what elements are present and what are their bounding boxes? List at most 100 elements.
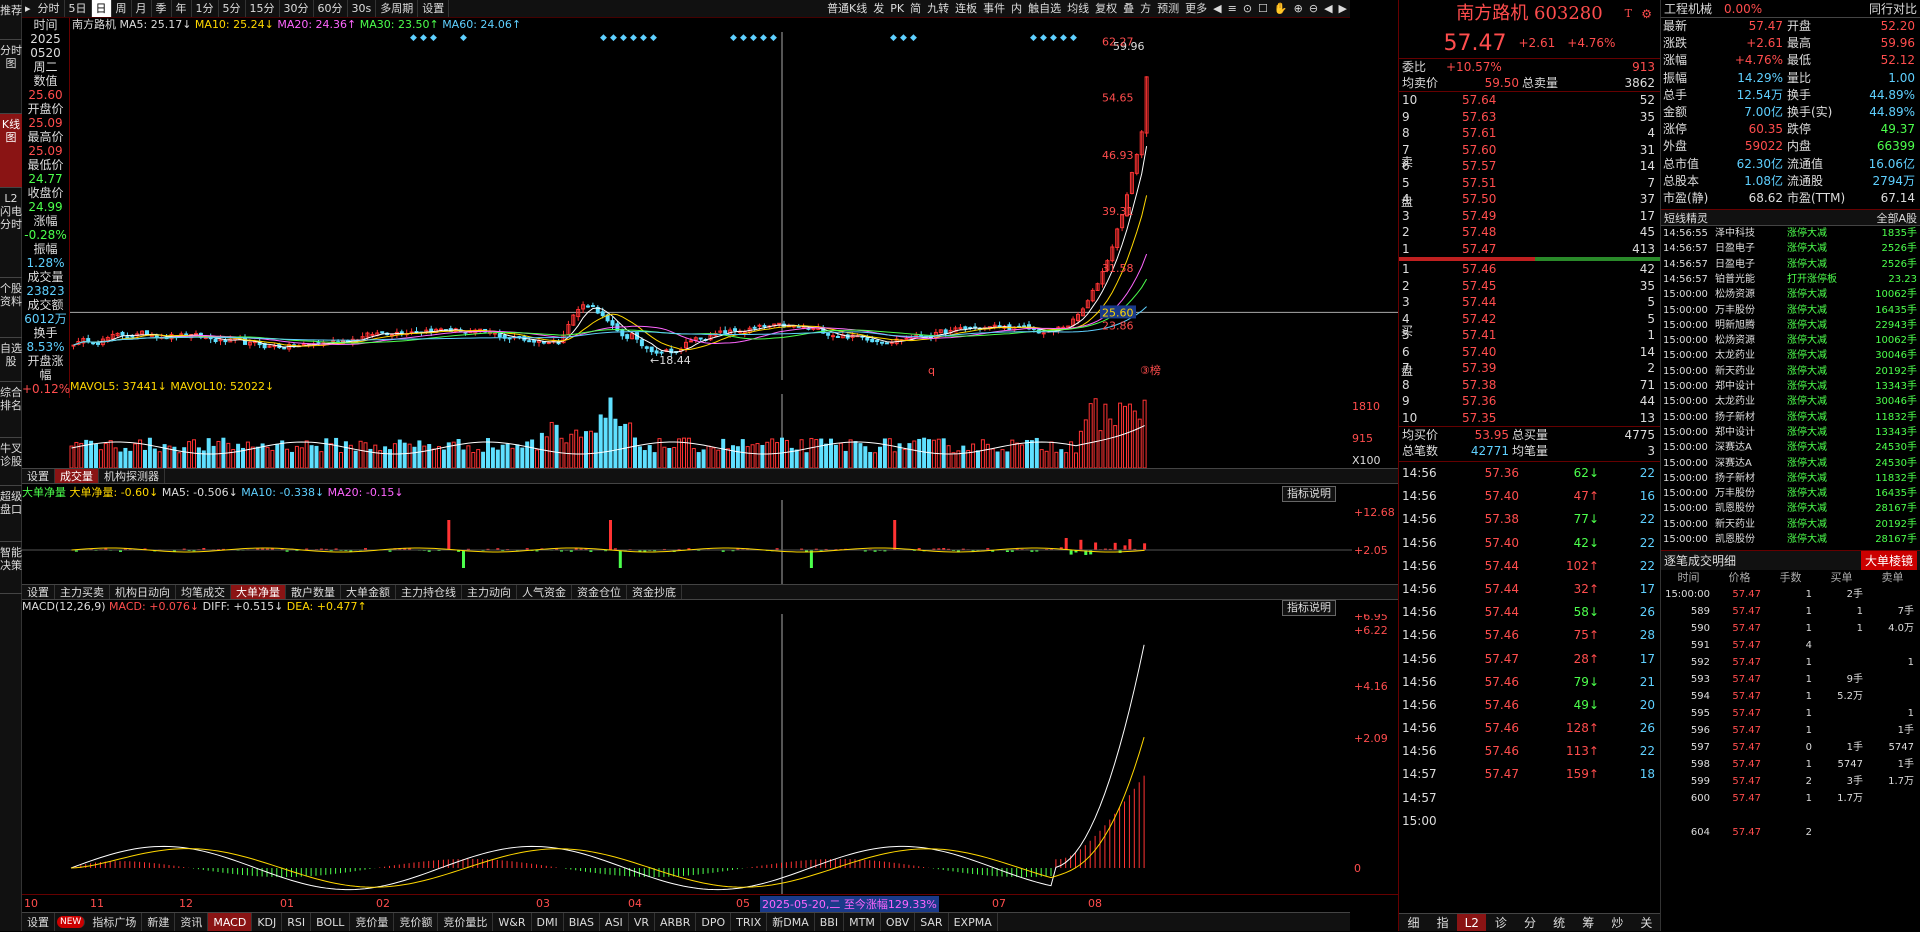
left-nav-item[interactable]: L2闪电分时: [0, 188, 22, 278]
period-button[interactable]: 多周期: [376, 0, 418, 18]
short-line-row[interactable]: 15:00:00新天药业涨停大减20192手: [1661, 517, 1920, 532]
bottom-indicator-tab[interactable]: 设置: [22, 913, 55, 932]
indicator-tab[interactable]: 资金抄底: [627, 585, 682, 599]
period-button[interactable]: 15分: [246, 0, 280, 18]
tool-button[interactable]: 普通K线: [824, 0, 870, 18]
short-line-row[interactable]: 15:00:00凯恩股份涨停大减28167手: [1661, 501, 1920, 516]
tool-button[interactable]: 复权: [1092, 0, 1120, 18]
tool-button[interactable]: 更多: [1182, 0, 1210, 18]
left-nav-item[interactable]: 个股资料: [0, 278, 22, 338]
chart-tool-icon[interactable]: ⊖: [1306, 0, 1321, 18]
bottom-indicator-tab[interactable]: MTM: [844, 913, 881, 932]
tool-button[interactable]: 方: [1137, 0, 1154, 18]
bottom-indicator-tab[interactable]: BIAS: [564, 913, 600, 932]
left-nav-item[interactable]: K线图: [0, 114, 22, 188]
bottom-indicator-tab[interactable]: 指标广场: [87, 913, 142, 932]
big-order-prism-button[interactable]: 大单棱镜: [1861, 551, 1917, 570]
tool-button[interactable]: 叠: [1120, 0, 1137, 18]
bottom-indicator-tab[interactable]: ASI: [600, 913, 629, 932]
bottom-indicator-tab[interactable]: 竞价量: [350, 913, 394, 932]
quote-tab[interactable]: 关: [1632, 914, 1661, 931]
chart-tool-icon[interactable]: ⊕: [1291, 0, 1306, 18]
quote-tab[interactable]: 指: [1428, 914, 1457, 931]
period-button[interactable]: 季: [152, 0, 172, 18]
quote-tab[interactable]: 炒: [1603, 914, 1632, 931]
bottom-indicator-tab[interactable]: RSI: [282, 913, 311, 932]
volume-chart[interactable]: 1810915X100: [22, 394, 1398, 468]
short-line-row[interactable]: 14:56:57日盈电子涨停大减2526手: [1661, 257, 1920, 272]
short-line-row[interactable]: 15:00:00明新旭腾涨停大减22943手: [1661, 318, 1920, 333]
left-nav-item[interactable]: 牛叉诊股: [0, 438, 22, 486]
quote-tab[interactable]: 统: [1545, 914, 1574, 931]
indicator-tab[interactable]: 人气资金: [517, 585, 572, 599]
indicator-tab[interactable]: 资金仓位: [572, 585, 627, 599]
quote-tab[interactable]: 筹: [1574, 914, 1603, 931]
short-line-row[interactable]: 15:00:00太龙药业涨停大减30046手: [1661, 394, 1920, 409]
sector-name[interactable]: 工程机械: [1664, 0, 1712, 17]
short-line-row[interactable]: 14:56:57铂普光能打开涨停板23.23: [1661, 272, 1920, 287]
short-line-row[interactable]: 15:00:00新天药业涨停大减20192手: [1661, 364, 1920, 379]
short-line-row[interactable]: 15:00:00万丰股份涨停大减16435手: [1661, 486, 1920, 501]
left-nav-item[interactable]: 自选股: [0, 338, 22, 382]
volume-tab[interactable]: 设置: [22, 469, 55, 483]
tool-button[interactable]: 连板: [952, 0, 980, 18]
volume-tab[interactable]: 成交量: [55, 469, 99, 483]
period-button[interactable]: 分时: [34, 0, 65, 18]
tool-button[interactable]: 九转: [924, 0, 952, 18]
short-line-row[interactable]: 15:00:00郑中设计涨停大减13343手: [1661, 425, 1920, 440]
short-line-row[interactable]: 15:00:00郑中设计涨停大减13343手: [1661, 379, 1920, 394]
left-nav-item[interactable]: 智能决策: [0, 542, 22, 594]
indicator-tab[interactable]: 主力动向: [462, 585, 517, 599]
period-button[interactable]: 日: [92, 0, 112, 18]
macd-chart[interactable]: +6.95+6.22+4.16+2.090: [22, 614, 1398, 894]
indicator-tab[interactable]: 设置: [22, 585, 55, 599]
bottom-indicator-tab[interactable]: OBV: [881, 913, 915, 932]
chart-tool-icon[interactable]: ⊙: [1240, 0, 1255, 18]
tool-button[interactable]: 内: [1008, 0, 1025, 18]
bottom-indicator-tab[interactable]: DPO: [696, 913, 731, 932]
chart-tool-icon[interactable]: ▶: [1336, 0, 1350, 18]
bottom-indicator-tab[interactable]: 新DMA: [767, 913, 815, 932]
short-line-row[interactable]: 15:00:00深赛达A涨停大减24530手: [1661, 456, 1920, 471]
left-nav-item[interactable]: 超级盘口: [0, 486, 22, 542]
bottom-indicator-tab[interactable]: VR: [629, 913, 655, 932]
left-nav-item[interactable]: 推荐: [0, 0, 22, 40]
short-line-row[interactable]: 15:00:00万丰股份涨停大减16435手: [1661, 303, 1920, 318]
tool-button[interactable]: 事件: [980, 0, 1008, 18]
bottom-indicator-tab[interactable]: 竞价量比: [438, 913, 493, 932]
period-button[interactable]: 设置: [418, 0, 449, 18]
bottom-indicator-tab[interactable]: SAR: [915, 913, 948, 932]
period-button[interactable]: 30分: [280, 0, 314, 18]
period-button[interactable]: 5日: [65, 0, 92, 18]
kline-chart[interactable]: ◆◆◆◆◆◆◆◆◆◆◆◆◆◆◆◆◆◆◆◆◆◆◆59.96←18.44q③榜62.…: [70, 32, 1398, 380]
bottom-indicator-tab[interactable]: KDJ: [252, 913, 282, 932]
bottom-indicator-tab[interactable]: NEW: [57, 916, 85, 928]
bottom-indicator-tab[interactable]: TRIX: [731, 913, 767, 932]
tool-button[interactable]: 均线: [1064, 0, 1092, 18]
indicator-tab[interactable]: 机构日动向: [110, 585, 176, 599]
short-line-row[interactable]: 15:00:00扬子新材涨停大减11832手: [1661, 471, 1920, 486]
left-nav-item[interactable]: 综合排名: [0, 382, 22, 438]
bottom-indicator-tab[interactable]: EXPMA: [949, 913, 998, 932]
indicator-tab[interactable]: 大单金额: [341, 585, 396, 599]
short-line-row[interactable]: 14:56:55泽中科技涨停大减1835手: [1661, 226, 1920, 241]
indicator-tab[interactable]: 散户数量: [286, 585, 341, 599]
period-button[interactable]: 60分: [314, 0, 348, 18]
tool-button[interactable]: 触自选: [1025, 0, 1064, 18]
toolbar-toggle-icon[interactable]: ▸: [22, 0, 34, 18]
indicator-tab[interactable]: 均笔成交: [176, 585, 231, 599]
peer-compare-button[interactable]: 同行对比: [1869, 0, 1917, 17]
period-button[interactable]: 月: [132, 0, 152, 18]
quote-tab[interactable]: 分: [1515, 914, 1544, 931]
tool-button[interactable]: 发: [870, 0, 887, 18]
settings-icon[interactable]: ⚙: [1641, 0, 1652, 28]
period-button[interactable]: 周: [112, 0, 132, 18]
indicator-tab[interactable]: 主力买卖: [55, 585, 110, 599]
info-icon[interactable]: T: [1625, 0, 1632, 28]
short-line-row[interactable]: 15:00:00扬子新材涨停大减11832手: [1661, 410, 1920, 425]
bottom-indicator-tab[interactable]: 竞价额: [394, 913, 438, 932]
tool-button[interactable]: 预测: [1154, 0, 1182, 18]
short-line-row[interactable]: 15:00:00松炀资源涨停大减10062手: [1661, 333, 1920, 348]
chart-tool-icon[interactable]: ≡: [1225, 0, 1240, 18]
quote-tab[interactable]: L2: [1457, 914, 1486, 931]
